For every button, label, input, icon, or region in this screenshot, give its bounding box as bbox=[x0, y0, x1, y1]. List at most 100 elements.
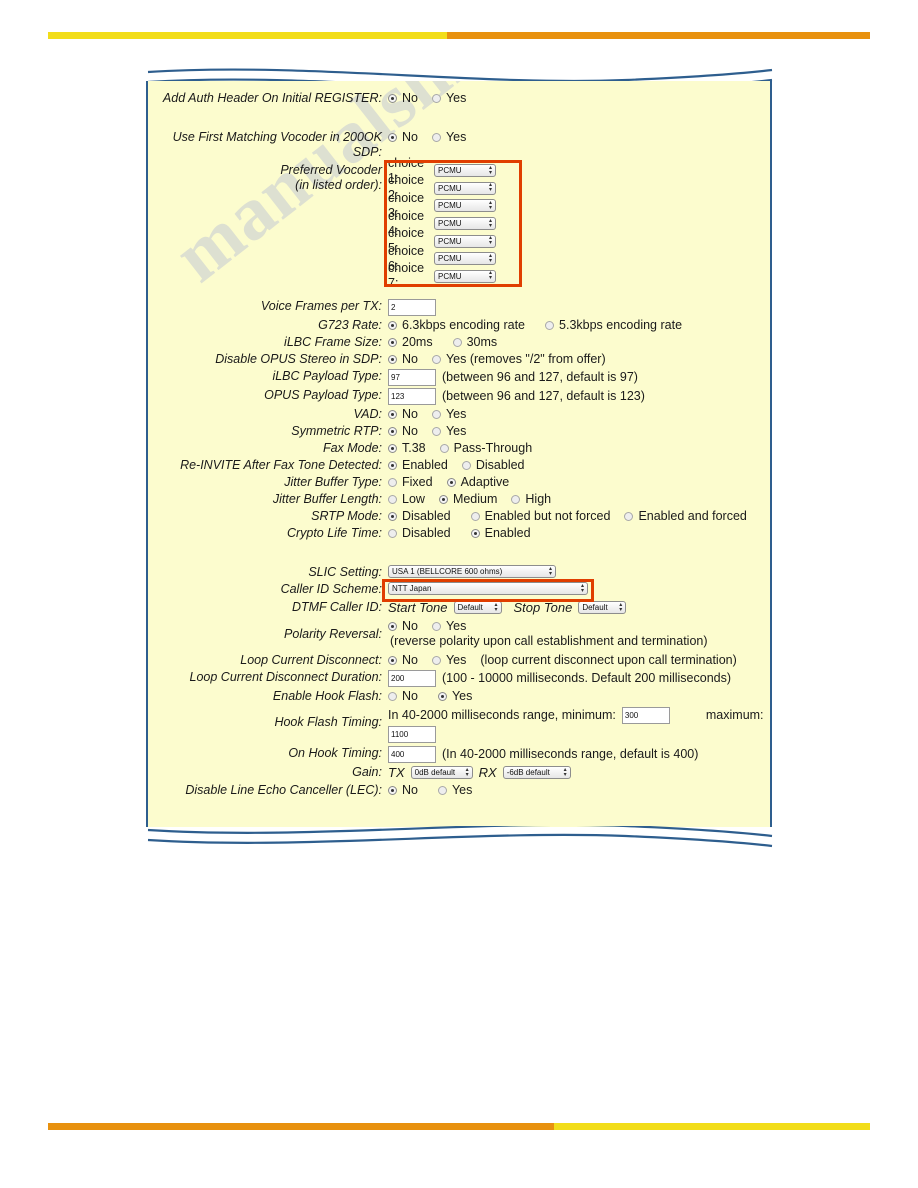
radio-symmetric-rtp-no[interactable]: No bbox=[388, 424, 418, 439]
vocoder-choice-2-select[interactable]: PCMU ▴ ▾ bbox=[434, 181, 496, 195]
radio-reinvite-disabled[interactable]: Disabled bbox=[461, 458, 525, 473]
radio-disable-opus-stereo-yes[interactable]: Yes (removes "/2" from offer) bbox=[431, 352, 606, 367]
radio-disable-lec-no[interactable]: No bbox=[388, 783, 418, 798]
radio-label: Low bbox=[402, 492, 425, 507]
opus-payload-type-input[interactable]: 123 bbox=[388, 388, 436, 406]
top-accent-rule bbox=[48, 32, 870, 39]
radio-label: No bbox=[402, 653, 418, 668]
radio-fax-mode-passthrough[interactable]: Pass-Through bbox=[439, 441, 532, 456]
vocoder-choice-6-select[interactable]: PCMU ▴ ▾ bbox=[434, 252, 496, 266]
radio-reinvite-enabled[interactable]: Enabled bbox=[388, 458, 448, 473]
row-add-auth-header: Add Auth Header On Initial REGISTER: No … bbox=[152, 91, 764, 106]
vocoder-choice-1-select[interactable]: PCMU ▴ ▾ bbox=[434, 164, 496, 178]
row-reinvite-after-fax-tone: Re-INVITE After Fax Tone Detected: Enabl… bbox=[152, 458, 764, 473]
radio-dot-icon bbox=[437, 692, 447, 702]
select-arrows-icon: ▴ ▾ bbox=[488, 182, 492, 194]
select-arrows-icon: ▴ ▾ bbox=[488, 252, 492, 264]
vocoder-choice-4-select[interactable]: PCMU ▴ ▾ bbox=[434, 217, 496, 231]
radio-loop-current-disconnect-no[interactable]: No bbox=[388, 653, 418, 668]
vocoder-choice-4: choice 4: PCMU ▴ ▾ bbox=[388, 209, 764, 238]
radio-dot-icon bbox=[388, 656, 397, 666]
select-arrows-icon: ▴ ▾ bbox=[488, 217, 492, 229]
radio-g723-53kbps[interactable]: 5.3kbps encoding rate bbox=[545, 318, 682, 333]
vocoder-choice-3-select[interactable]: PCMU ▴ ▾ bbox=[434, 199, 496, 213]
control-dtmf-caller-id: Start Tone Default ▴ ▾ Stop Tone Default … bbox=[388, 600, 764, 615]
radio-jitter-length-high[interactable]: High bbox=[511, 492, 551, 507]
voip-settings-form: Add Auth Header On Initial REGISTER: No … bbox=[148, 81, 770, 798]
radio-enable-hook-flash-no[interactable]: No bbox=[388, 689, 418, 704]
radio-dot-icon bbox=[388, 478, 397, 488]
radio-add-auth-header-no[interactable]: No bbox=[388, 91, 418, 106]
radio-label: No bbox=[402, 689, 418, 704]
control-disable-lec: No Yes bbox=[388, 783, 764, 798]
radio-disable-opus-stereo-no[interactable]: No bbox=[388, 352, 418, 367]
gain-tx-select[interactable]: 0dB default ▴ ▾ bbox=[410, 766, 473, 780]
radio-use-first-matching-vocoder-yes[interactable]: Yes bbox=[431, 130, 466, 145]
label-disable-lec: Disable Line Echo Canceller (LEC): bbox=[185, 783, 382, 798]
vocoder-choice-7-label: choice 7: bbox=[388, 261, 425, 291]
label-gain-rx: RX bbox=[478, 765, 497, 781]
radio-srtp-enabled-not-forced[interactable]: Enabled but not forced bbox=[470, 509, 610, 524]
select-arrows-icon: ▴ ▾ bbox=[494, 601, 498, 613]
radio-srtp-enabled-and-forced[interactable]: Enabled and forced bbox=[624, 509, 747, 524]
radio-add-auth-header-yes[interactable]: Yes bbox=[431, 91, 467, 106]
radio-jitter-length-low[interactable]: Low bbox=[388, 492, 425, 507]
label-vad: VAD: bbox=[353, 407, 383, 422]
radio-symmetric-rtp-yes[interactable]: Yes bbox=[431, 424, 467, 439]
radio-jitter-buffer-adaptive[interactable]: Adaptive bbox=[446, 475, 509, 490]
voice-frames-per-tx-input[interactable]: 2 bbox=[388, 299, 436, 317]
radio-dot-icon bbox=[431, 622, 441, 632]
radio-jitter-buffer-fixed[interactable]: Fixed bbox=[388, 475, 433, 490]
radio-label: Yes bbox=[445, 424, 467, 439]
radio-label: Yes bbox=[445, 91, 467, 105]
radio-vad-no[interactable]: No bbox=[388, 407, 418, 422]
control-gain: TX 0dB default ▴ ▾ RX -6dB default ▴ ▾ bbox=[388, 765, 764, 780]
vocoder-choice-7-select[interactable]: PCMU ▴ ▾ bbox=[434, 269, 496, 283]
radio-label: 5.3kbps encoding rate bbox=[559, 318, 683, 333]
radio-crypto-disabled[interactable]: Disabled bbox=[388, 526, 451, 541]
stop-tone-select[interactable]: Default ▴ ▾ bbox=[578, 601, 627, 615]
radio-dot-icon bbox=[388, 355, 397, 365]
control-crypto-life-time: Disabled Enabled bbox=[388, 526, 764, 541]
control-loop-current-disconnect: No Yes (loop current disconnect upon cal… bbox=[388, 653, 764, 668]
radio-dot-icon bbox=[388, 338, 397, 348]
start-tone-select[interactable]: Default ▴ ▾ bbox=[453, 601, 502, 615]
radio-use-first-matching-vocoder-no[interactable]: No bbox=[388, 130, 418, 145]
row-disable-lec: Disable Line Echo Canceller (LEC): No Ye… bbox=[152, 783, 764, 798]
gain-rx-select[interactable]: -6dB default ▴ ▾ bbox=[502, 766, 571, 780]
loop-current-disconnect-duration-input[interactable]: 200 bbox=[388, 670, 436, 688]
radio-jitter-length-medium[interactable]: Medium bbox=[438, 492, 497, 507]
vocoder-choice-5-select[interactable]: PCMU ▴ ▾ bbox=[434, 234, 496, 248]
radio-fax-mode-t38[interactable]: T.38 bbox=[388, 441, 426, 456]
ilbc-payload-type-input[interactable]: 97 bbox=[388, 369, 436, 387]
caller-id-scheme-value: NTT Japan bbox=[392, 584, 432, 594]
radio-g723-63kbps[interactable]: 6.3kbps encoding rate bbox=[388, 318, 525, 333]
label-preferred-vocoder-line2: (in listed order): bbox=[295, 178, 382, 192]
radio-srtp-disabled[interactable]: Disabled bbox=[388, 509, 451, 524]
radio-ilbc-30ms[interactable]: 30ms bbox=[452, 335, 497, 350]
slic-setting-select[interactable]: USA 1 (BELLCORE 600 ohms) ▴ ▾ bbox=[388, 565, 556, 579]
radio-dot-icon bbox=[431, 427, 441, 437]
radio-crypto-enabled[interactable]: Enabled bbox=[470, 526, 531, 541]
radio-vad-yes[interactable]: Yes bbox=[431, 407, 466, 422]
radio-loop-current-disconnect-yes[interactable]: Yes bbox=[431, 653, 466, 668]
control-use-first-matching-vocoder: No Yes bbox=[388, 130, 764, 145]
top-rule-orange-segment bbox=[446, 32, 870, 39]
on-hook-timing-input[interactable]: 400 bbox=[388, 746, 436, 764]
radio-enable-hook-flash-yes[interactable]: Yes bbox=[437, 689, 472, 704]
control-reinvite-after-fax-tone: Enabled Disabled bbox=[388, 458, 764, 473]
gain-rx-value: -6dB default bbox=[506, 768, 550, 778]
radio-polarity-reversal-yes[interactable]: Yes bbox=[431, 619, 466, 634]
caller-id-scheme-select[interactable]: NTT Japan ▴ ▾ bbox=[388, 582, 588, 596]
radio-label: Enabled bbox=[402, 458, 448, 473]
radio-disable-lec-yes[interactable]: Yes bbox=[437, 783, 472, 798]
hint-opus-payload-type: (between 96 and 127, default is 123) bbox=[442, 389, 645, 404]
radio-label: T.38 bbox=[402, 441, 426, 456]
hook-flash-timing-min-input[interactable]: 300 bbox=[621, 707, 670, 725]
control-g723-rate: 6.3kbps encoding rate 5.3kbps encoding r… bbox=[388, 318, 764, 333]
radio-polarity-reversal-no[interactable]: No bbox=[388, 619, 418, 634]
hook-flash-timing-max-input[interactable]: 1100 bbox=[388, 726, 436, 744]
radio-ilbc-20ms[interactable]: 20ms bbox=[388, 335, 433, 350]
radio-label: No bbox=[402, 424, 418, 439]
control-vad: No Yes bbox=[388, 407, 764, 422]
